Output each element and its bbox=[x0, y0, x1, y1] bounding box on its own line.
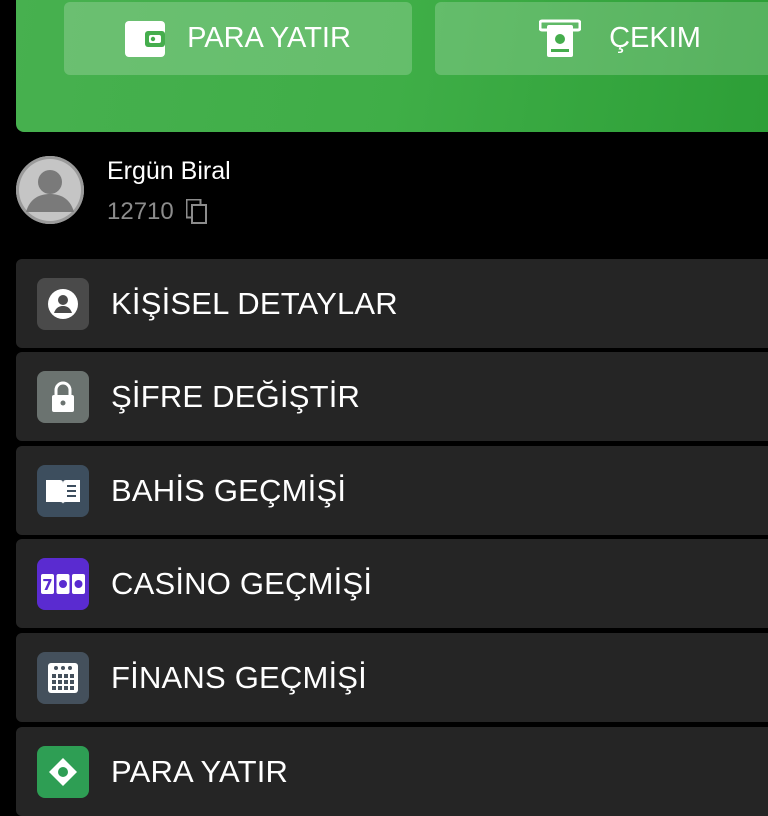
menu-label: PARA YATIR bbox=[111, 753, 289, 789]
atm-withdraw-icon bbox=[539, 19, 582, 57]
user-id-row: 12710 bbox=[107, 198, 208, 226]
wallet-card: PARA YATIR ÇEKIM bbox=[16, 0, 768, 132]
menu-label: CASİNO GEÇMİŞİ bbox=[111, 565, 373, 601]
withdraw-label: ÇEKIM bbox=[609, 22, 701, 54]
person-icon bbox=[37, 277, 89, 330]
menu-item-change-password[interactable]: ŞİFRE DEĞİŞTİR bbox=[16, 352, 768, 441]
deposit-icon bbox=[37, 745, 89, 798]
menu-label: FİNANS GEÇMİŞİ bbox=[111, 659, 367, 695]
menu-label: BAHİS GEÇMİŞİ bbox=[111, 472, 347, 508]
svg-text:7: 7 bbox=[42, 576, 52, 594]
menu-item-finance-history[interactable]: FİNANS GEÇMİŞİ bbox=[16, 633, 768, 722]
user-name: Ergün Biral bbox=[107, 157, 231, 185]
menu-label: KİŞİSEL DETAYLAR bbox=[111, 285, 398, 321]
calendar-grid-icon bbox=[37, 651, 89, 704]
book-icon bbox=[37, 464, 89, 517]
slot-machine-icon: 7 bbox=[37, 557, 89, 610]
user-id: 12710 bbox=[107, 198, 174, 225]
menu-label: ŞİFRE DEĞİŞTİR bbox=[111, 378, 361, 414]
user-silhouette-icon bbox=[26, 170, 74, 212]
copy-icon[interactable] bbox=[185, 199, 208, 225]
deposit-button[interactable]: PARA YATIR bbox=[64, 2, 412, 75]
withdraw-button[interactable]: ÇEKIM bbox=[435, 2, 768, 75]
menu-item-deposit[interactable]: PARA YATIR bbox=[16, 727, 768, 816]
menu-item-bet-history[interactable]: BAHİS GEÇMİŞİ bbox=[16, 446, 768, 535]
menu-item-casino-history[interactable]: 7 CASİNO GEÇMİŞİ bbox=[16, 539, 768, 628]
lock-icon bbox=[37, 370, 89, 423]
avatar[interactable] bbox=[16, 156, 84, 224]
menu-item-personal-details[interactable]: KİŞİSEL DETAYLAR bbox=[16, 259, 768, 348]
wallet-icon bbox=[125, 20, 166, 57]
deposit-label: PARA YATIR bbox=[187, 22, 351, 54]
